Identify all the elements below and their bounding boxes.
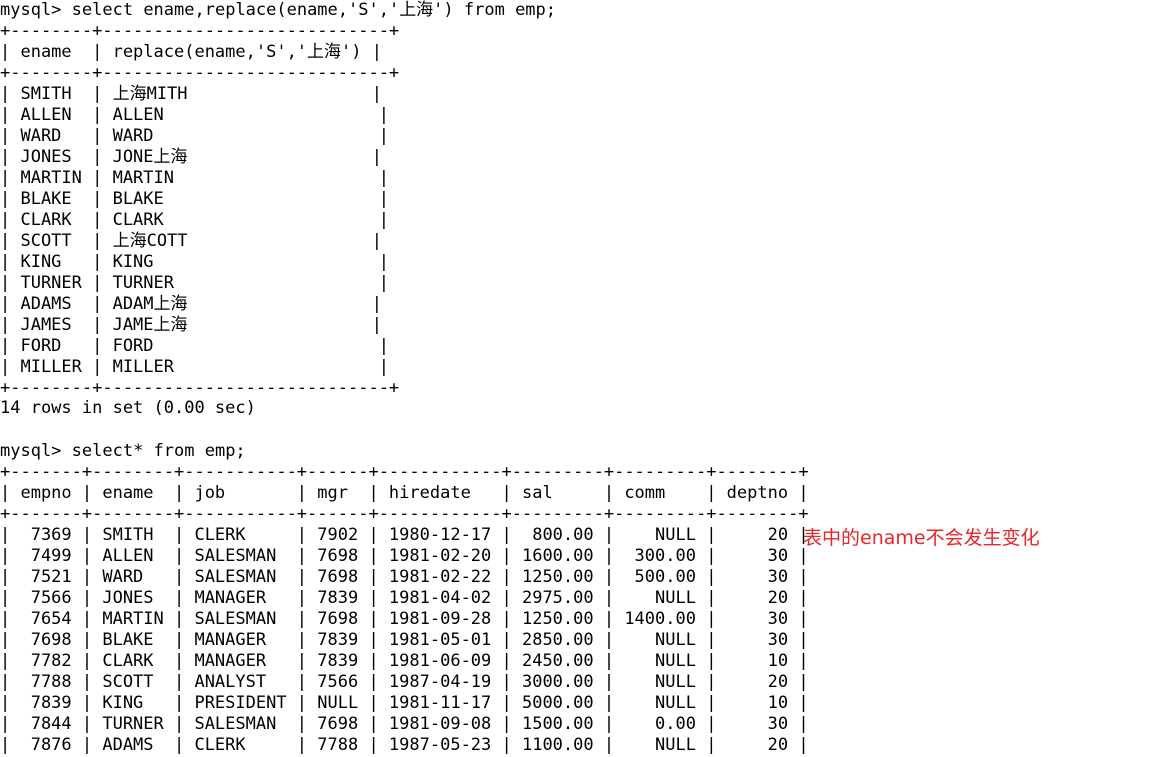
- table-row: | MILLER | MILLER |: [0, 357, 389, 377]
- table-row: | ADAMS | ADAM上海 |: [0, 294, 382, 314]
- table-row: | 7654 | MARTIN | SALESMAN | 7698 | 1981…: [0, 609, 809, 629]
- table-row: | 7521 | WARD | SALESMAN | 7698 | 1981-0…: [0, 567, 809, 587]
- table-row: | BLAKE | BLAKE |: [0, 189, 389, 209]
- table-border: +-------+--------+-----------+------+---…: [0, 462, 809, 482]
- sql-command: select ename,replace(ename,'S','上海') fro…: [71, 0, 557, 20]
- result-summary: 14 rows in set (0.00 sec): [0, 398, 256, 418]
- table-row: | 7698 | BLAKE | MANAGER | 7839 | 1981-0…: [0, 630, 809, 650]
- table-row: | SCOTT | 上海COTT |: [0, 231, 382, 251]
- table-row: | 7844 | TURNER | SALESMAN | 7698 | 1981…: [0, 714, 809, 734]
- prompt: mysql>: [0, 441, 62, 461]
- prompt: mysql>: [0, 0, 62, 20]
- table-header-row: | ename | replace(ename,'S','上海') |: [0, 42, 382, 62]
- table-row: | TURNER | TURNER |: [0, 273, 389, 293]
- table-row: | 7788 | SCOTT | ANALYST | 7566 | 1987-0…: [0, 672, 809, 692]
- table-header-row: | empno | ename | job | mgr | hiredate |…: [0, 483, 809, 503]
- table-row: | 7566 | JONES | MANAGER | 7839 | 1981-0…: [0, 588, 809, 608]
- terminal-output: mysql> select ename,replace(ename,'S','上…: [0, 0, 809, 757]
- query2-command-line: mysql> select* from emp;: [0, 441, 246, 462]
- table-row: | JONES | JONE上海 |: [0, 147, 382, 167]
- table-row: | 7876 | ADAMS | CLERK | 7788 | 1987-05-…: [0, 735, 809, 755]
- table-row: | CLARK | CLARK |: [0, 210, 389, 230]
- table-border: +--------+----------------------------+: [0, 63, 400, 83]
- table-row: | 7499 | ALLEN | SALESMAN | 7698 | 1981-…: [0, 546, 809, 566]
- table-row: | 7782 | CLARK | MANAGER | 7839 | 1981-0…: [0, 651, 809, 671]
- table-row: | 7369 | SMITH | CLERK | 7902 | 1980-12-…: [0, 525, 809, 545]
- table-row: | KING | KING |: [0, 252, 389, 272]
- table-row: | JAMES | JAME上海 |: [0, 315, 382, 335]
- table-row: | 7839 | KING | PRESIDENT | NULL | 1981-…: [0, 693, 809, 713]
- table-border: +-------+--------+-----------+------+---…: [0, 504, 809, 524]
- table-row: | SMITH | 上海MITH |: [0, 84, 382, 104]
- table-row: | MARTIN | MARTIN |: [0, 168, 389, 188]
- table-border: +--------+----------------------------+: [0, 21, 400, 41]
- table-row: | FORD | FORD |: [0, 336, 389, 356]
- sql-command: select* from emp;: [71, 441, 246, 461]
- annotation-note: 表中的ename不会发生变化: [803, 527, 1040, 549]
- table-row: | WARD | WARD |: [0, 126, 389, 146]
- query1-command-line: mysql> select ename,replace(ename,'S','上…: [0, 0, 556, 21]
- table-border: +--------+----------------------------+: [0, 378, 400, 398]
- table-row: | ALLEN | ALLEN |: [0, 105, 389, 125]
